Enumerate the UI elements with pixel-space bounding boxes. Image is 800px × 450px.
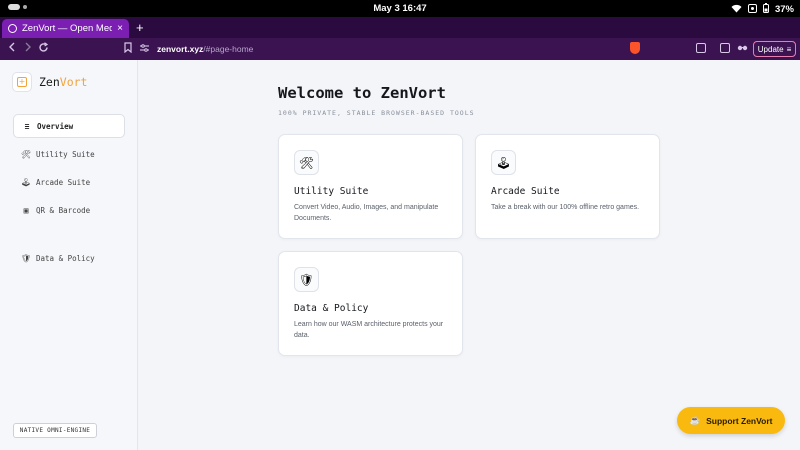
list-icon: ≡ [24, 121, 30, 131]
sidebar-item-label: Arcade Suite [36, 177, 91, 187]
forward-icon[interactable] [24, 42, 32, 55]
engine-badge: NATIVE OMNI-ENGINE [13, 423, 97, 438]
wifi-icon [731, 4, 742, 16]
sidebar-item-overview[interactable]: ≡ Overview [13, 114, 125, 138]
status-clock: May 3 16:47 [373, 3, 427, 14]
menu-icon: ≡ [786, 44, 792, 54]
private-glasses-icon[interactable] [737, 43, 748, 55]
joystick-icon: 🕹 [21, 177, 32, 187]
battery-percent: 37% [774, 4, 794, 15]
site-settings-icon[interactable] [140, 44, 149, 54]
system-status-bar: May 3 16:47 37% [0, 0, 800, 17]
brand-name: ZenVort [39, 75, 88, 89]
browser-tab-active[interactable]: ZenVort — Open Media × [2, 19, 129, 38]
tab-favicon-icon [8, 24, 17, 33]
close-tab-icon[interactable]: × [117, 23, 123, 34]
tab-title: ZenVort — Open Media [22, 23, 113, 34]
sidebar-item-qr-barcode[interactable]: ▣ QR & Barcode [13, 198, 125, 222]
bookmark-icon[interactable] [124, 42, 132, 56]
back-icon[interactable] [8, 42, 16, 55]
status-right: 37% [731, 3, 794, 16]
brand-logo[interactable]: + ZenVort [12, 72, 87, 92]
url-host: zenvort.xyz [157, 44, 204, 54]
support-button[interactable]: ☕ Support ZenVort [677, 407, 785, 434]
tools-icon: 🛠 [294, 150, 319, 175]
card-title: Arcade Suite [491, 186, 560, 197]
sidebar-item-label: Overview [37, 121, 74, 131]
update-label: Update [757, 44, 784, 54]
sidebar-item-label: Utility Suite [36, 149, 95, 159]
reload-icon[interactable] [38, 42, 49, 56]
support-label: Support ZenVort [706, 415, 773, 426]
card-description: Learn how our WASM architecture protects… [294, 321, 444, 339]
app-sidebar: + ZenVort ≡ Overview 🛠 Utility Suite 🕹 A… [0, 60, 138, 450]
page-subtitle: 100% PRIVATE, STABLE BROWSER-BASED TOOLS [278, 109, 475, 117]
card-utility-suite[interactable]: 🛠 Utility Suite Convert Video, Audio, Im… [278, 134, 463, 239]
page-title: Welcome to ZenVort [278, 84, 446, 102]
page-content: + ZenVort ≡ Overview 🛠 Utility Suite 🕹 A… [0, 60, 800, 450]
card-data-policy[interactable]: 🛡 Data & Policy Learn how our WASM archi… [278, 251, 463, 356]
sidebar-item-utility-suite[interactable]: 🛠 Utility Suite [13, 142, 125, 166]
update-button[interactable]: Update ≡ [753, 41, 796, 57]
brand-plus-icon: + [12, 72, 32, 92]
sidebar-toggle-icon[interactable] [720, 43, 730, 53]
address-bar[interactable]: zenvort.xyz /#page-home [140, 41, 645, 57]
sidebar-item-arcade-suite[interactable]: 🕹 Arcade Suite [13, 170, 125, 194]
url-path: /#page-home [203, 44, 254, 54]
shield-icon: 🛡 [294, 267, 319, 292]
card-arcade-suite[interactable]: 🕹 Arcade Suite Take a break with our 100… [475, 134, 660, 239]
reader-mode-icon[interactable] [696, 43, 706, 53]
card-title: Data & Policy [294, 303, 369, 314]
coffee-icon: ☕ [689, 415, 701, 425]
sidebar-item-label: QR & Barcode [36, 205, 91, 215]
brave-shields-icon[interactable] [630, 42, 640, 54]
settings-icon [747, 3, 757, 16]
sidebar-item-label: Data & Policy [36, 253, 95, 263]
card-title: Utility Suite [294, 186, 369, 197]
qr-icon: ▣ [23, 205, 29, 215]
battery-icon [762, 3, 769, 16]
browser-tab-strip: ZenVort — Open Media × + [0, 17, 800, 38]
browser-toolbar: zenvort.xyz /#page-home Update ≡ [0, 38, 800, 60]
shield-icon: 🛡 [21, 253, 32, 263]
tools-icon: 🛠 [21, 149, 32, 159]
card-description: Take a break with our 100% offline retro… [491, 204, 640, 211]
card-description: Convert Video, Audio, Images, and manipu… [294, 204, 439, 222]
new-tab-button[interactable]: + [136, 20, 144, 35]
sidebar-item-data-policy[interactable]: 🛡 Data & Policy [13, 246, 125, 270]
joystick-icon: 🕹 [491, 150, 516, 175]
